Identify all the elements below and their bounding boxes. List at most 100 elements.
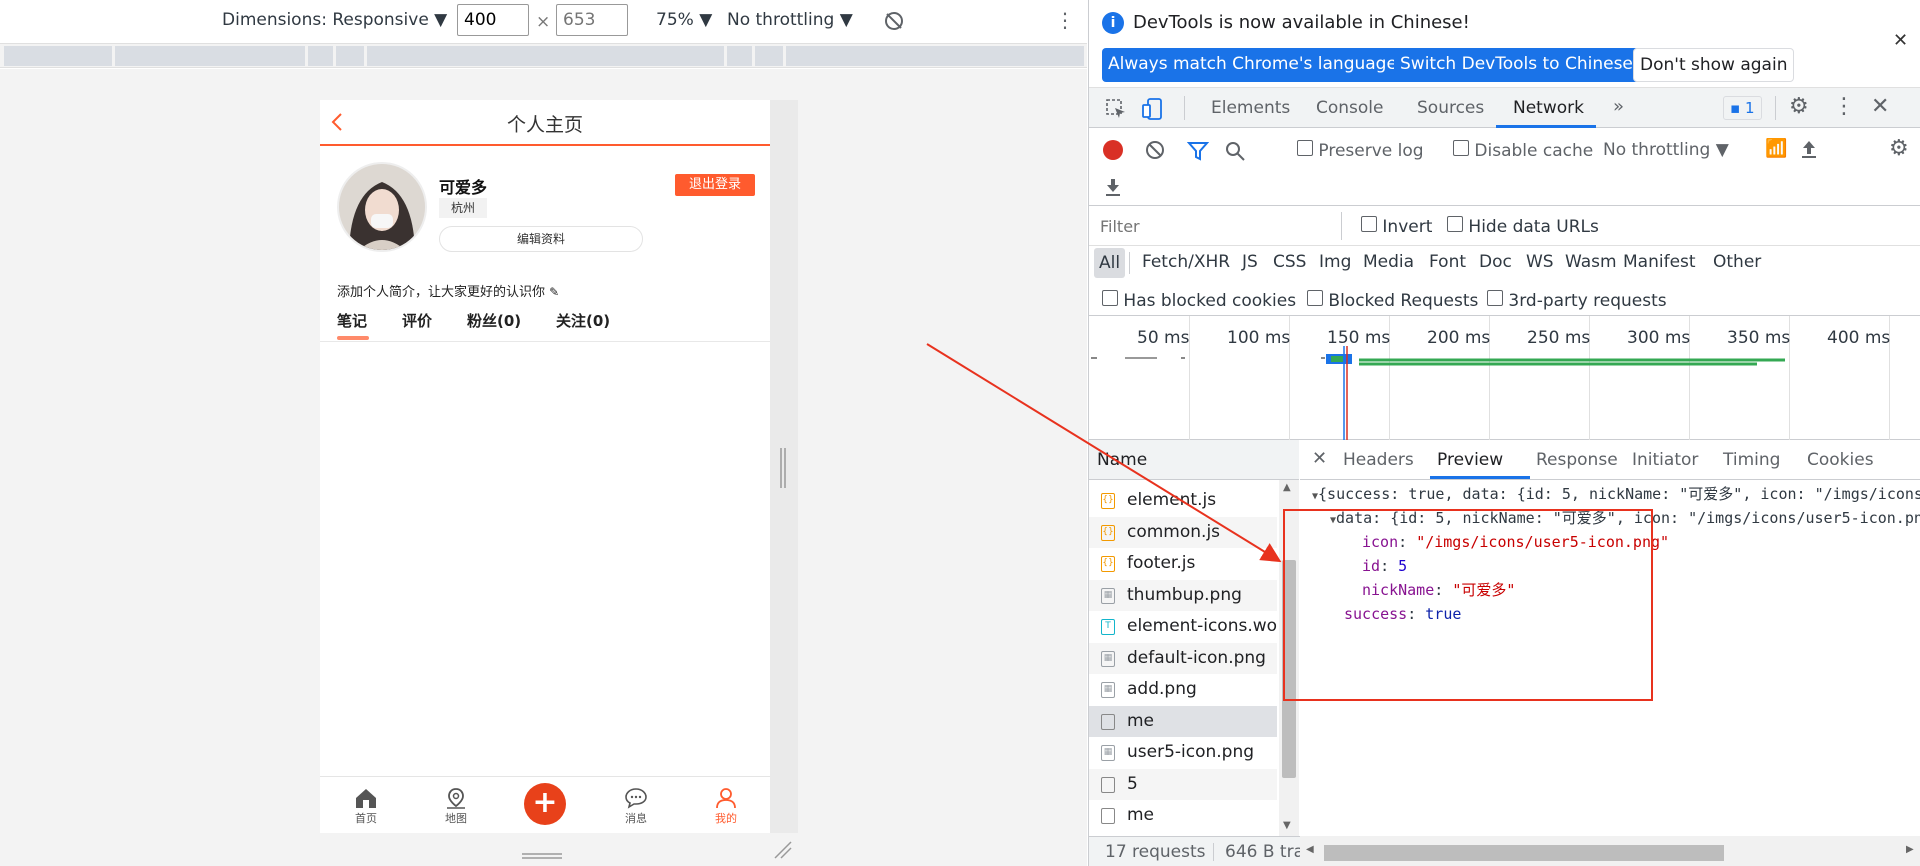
device-throttling-dropdown[interactable]: No throttling ▼ [727,10,853,30]
request-row[interactable]: me [1089,800,1277,831]
rotate-icon[interactable] [883,10,905,32]
type-other[interactable]: Other [1713,252,1761,272]
search-icon[interactable] [1224,140,1246,162]
tab-following[interactable]: 关注(0) [556,310,610,331]
network-overview-timeline[interactable]: 50 ms 100 ms 150 ms 200 ms 250 ms 300 ms… [1089,316,1920,440]
avatar[interactable] [337,162,427,252]
request-row[interactable]: ▦ user5-icon.png [1089,737,1277,768]
has-blocked-cookies-checkbox[interactable]: Has blocked cookies [1102,290,1296,311]
always-match-language-button[interactable]: Always match Chrome's language [1102,48,1403,82]
type-wasm[interactable]: Wasm [1565,252,1617,272]
customize-menu-icon[interactable]: ⋮ [1833,94,1855,119]
dimensions-dropdown[interactable]: Dimensions: Responsive ▼ [222,10,447,30]
settings-gear-icon[interactable]: ⚙ [1789,94,1809,119]
request-row[interactable]: Telement-icons.woff [1089,611,1277,642]
network-settings-icon[interactable]: ⚙ [1889,136,1909,161]
clear-icon[interactable] [1145,140,1165,160]
ruler-segment[interactable] [786,46,1084,66]
blocked-requests-checkbox[interactable]: Blocked Requests [1307,290,1478,311]
request-row[interactable]: 5 [1089,768,1277,800]
tab-notes[interactable]: 笔记 [337,310,367,331]
export-har-icon[interactable] [1103,176,1123,198]
request-row[interactable]: me [1089,705,1277,737]
corner-resize-icon[interactable] [773,840,793,860]
filter-icon[interactable] [1187,140,1209,162]
tab-response[interactable]: Response [1536,450,1618,470]
side-resize-handle[interactable] [778,448,788,488]
type-all[interactable]: All [1094,248,1126,278]
scroll-left-icon[interactable]: ◀ [1306,844,1314,855]
tab-reviews[interactable]: 评价 [402,310,432,331]
type-manifest[interactable]: Manifest [1623,252,1696,272]
request-row[interactable]: {} footer.js [1089,548,1277,579]
scroll-thumb[interactable] [1282,560,1296,778]
request-row[interactable]: ▦ default-icon.png [1089,642,1277,674]
hide-data-urls-checkbox[interactable]: Hide data URLs [1447,216,1599,237]
inspect-element-icon[interactable] [1105,98,1127,120]
type-media[interactable]: Media [1363,252,1414,272]
close-infobar-icon[interactable]: ✕ [1893,30,1908,51]
dont-show-again-button[interactable]: Don't show again [1633,48,1795,82]
switch-to-chinese-button[interactable]: Switch DevTools to Chinese [1394,48,1639,82]
nav-map[interactable]: 地图 [426,777,486,833]
tab-sources[interactable]: Sources [1417,98,1484,118]
tab-elements[interactable]: Elements [1211,98,1290,118]
ruler-segment[interactable] [727,46,752,66]
nav-messages[interactable]: 消息 [606,777,666,833]
type-img[interactable]: Img [1319,252,1351,272]
width-input[interactable] [457,4,529,36]
request-list-scrollbar[interactable]: ▲ ▼ [1279,480,1299,836]
ruler-segment[interactable] [336,46,364,66]
tab-initiator[interactable]: Initiator [1632,450,1698,470]
ruler-segment[interactable] [755,46,783,66]
scroll-up-icon[interactable]: ▲ [1283,482,1291,493]
request-row[interactable]: {} common.js [1089,516,1277,548]
close-detail-icon[interactable]: ✕ [1312,448,1327,469]
more-tabs-icon[interactable]: » [1613,96,1624,117]
scroll-right-icon[interactable]: ▶ [1906,844,1914,855]
tab-console[interactable]: Console [1316,98,1384,118]
json-data-row[interactable]: ▼data: {id: 5, nickName: "可爱多", icon: "/… [1330,506,1920,533]
ruler-segment[interactable] [367,46,724,66]
tab-timing[interactable]: Timing [1723,450,1780,470]
type-ws[interactable]: WS [1526,252,1554,272]
issues-badge[interactable]: ▪ 1 [1723,96,1762,120]
tab-headers[interactable]: Headers [1343,450,1414,470]
type-fetch-xhr[interactable]: Fetch/XHR [1142,252,1230,272]
filter-input[interactable] [1094,212,1334,240]
zoom-dropdown[interactable]: 75% ▼ [656,10,712,30]
import-har-icon[interactable] [1799,138,1819,160]
ruler-segment[interactable] [115,46,305,66]
nav-me[interactable]: 我的 [696,777,756,833]
invert-checkbox[interactable]: Invert [1361,216,1432,237]
bottom-resize-handle[interactable] [522,846,562,859]
record-icon[interactable] [1103,140,1123,160]
height-input[interactable] [556,4,628,36]
type-css[interactable]: CSS [1273,252,1306,272]
preserve-log-checkbox[interactable]: Preserve log [1297,140,1424,161]
request-row[interactable]: {} element.js [1089,485,1277,516]
tab-fans[interactable]: 粉丝(0) [467,310,521,331]
request-row[interactable]: ▦ thumbup.png [1089,579,1277,611]
tab-preview[interactable]: Preview [1437,450,1503,470]
close-devtools-icon[interactable]: ✕ [1871,94,1889,119]
name-column-header[interactable]: Name [1089,440,1299,480]
network-throttling-dropdown[interactable]: No throttling ▼ [1603,140,1729,160]
type-js[interactable]: JS [1242,252,1258,272]
network-conditions-icon[interactable]: 📶 [1765,138,1787,159]
bio-prompt[interactable]: 添加个人简介，让大家更好的认识你 ✎ [337,281,559,300]
media-query-ruler[interactable] [0,44,1087,68]
device-toolbar-icon[interactable] [1141,97,1165,121]
edit-profile-button[interactable]: 编辑资料 [439,226,643,252]
add-post-button[interactable]: + [524,783,566,825]
horizontal-scroll-thumb[interactable] [1324,845,1724,861]
request-row[interactable]: ▦ add.png [1089,674,1277,705]
scroll-down-icon[interactable]: ▼ [1283,820,1291,831]
disable-cache-checkbox[interactable]: Disable cache [1453,140,1593,161]
more-options-icon[interactable]: ⋮ [1055,8,1075,32]
type-font[interactable]: Font [1429,252,1466,272]
json-root-row[interactable]: ▼{success: true, data: {id: 5, nickName:… [1312,482,1920,509]
nav-home[interactable]: 首页 [336,777,396,833]
tab-network[interactable]: Network [1513,98,1584,118]
type-doc[interactable]: Doc [1479,252,1512,272]
